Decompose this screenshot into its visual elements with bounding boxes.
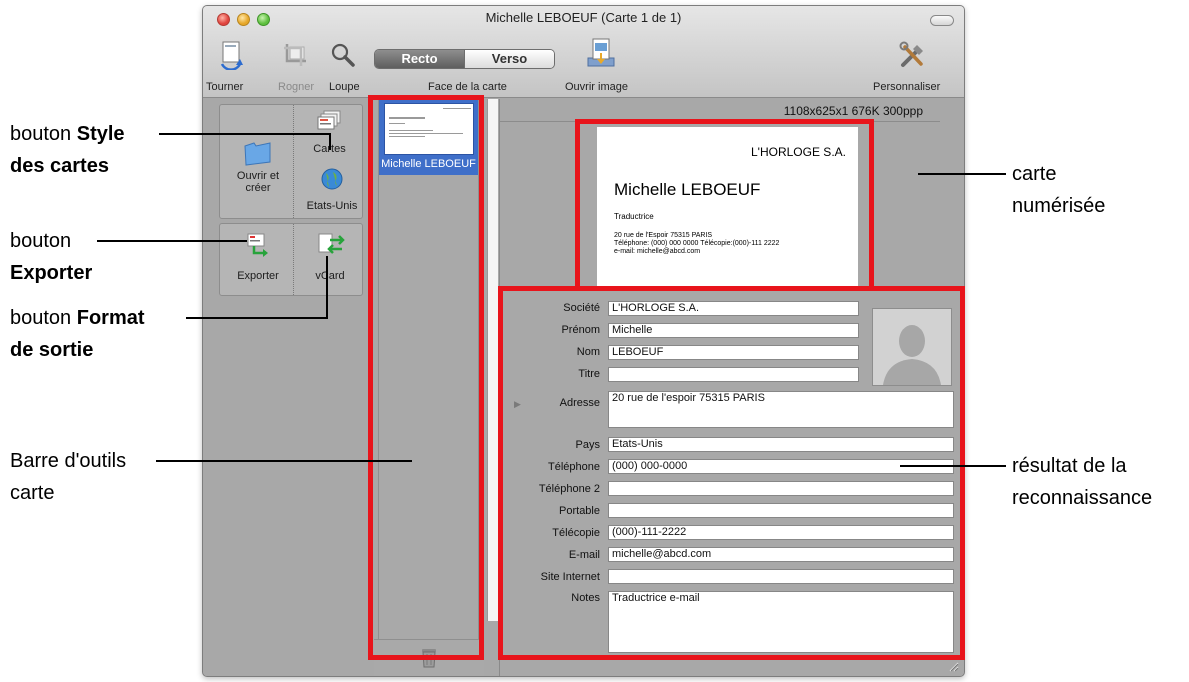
card-thumbnail <box>384 103 474 155</box>
firstname-label: Prénom <box>561 324 600 336</box>
scanned-name: Michelle LEBOEUF <box>614 180 761 199</box>
output-format-button[interactable]: vCard <box>300 232 360 287</box>
card-face-label: Face de la carte <box>428 81 507 93</box>
export-callout: bouton Exporter <box>10 230 93 284</box>
vcard-icon <box>318 233 345 254</box>
lastname-label: Nom <box>576 346 600 358</box>
open-image-icon <box>587 38 615 67</box>
country-field[interactable]: Etats-Unis <box>608 437 954 452</box>
window-title: Michelle LEBOEUF (Carte 1 de 1) <box>485 10 682 25</box>
magnifier-icon <box>331 43 355 67</box>
title-bar: Michelle LEBOEUF (Carte 1 de 1) Tourner … <box>203 6 964 98</box>
card-style-callout: bouton Style des cartes <box>10 123 125 177</box>
person-silhouette-icon <box>873 309 951 385</box>
open-image-button[interactable] <box>584 36 618 70</box>
card-face-segmented-control: Recto Verso <box>374 49 555 69</box>
scanned-card-image: L'HORLOGE S.A. Michelle LEBOEUF Traductr… <box>597 127 858 287</box>
resize-grip-icon[interactable] <box>947 660 959 672</box>
tool-group-bottom: Exporter vCard <box>219 223 363 296</box>
scanned-contact-lines: 20 rue de l'Espoir 75315 PARIS Téléphone… <box>614 232 779 256</box>
vcard-label: vCard <box>315 270 345 282</box>
rotate-icon <box>220 41 243 70</box>
card-detail-pane: 1108x625x1 676K 300ppp L'HORLOGE S.A. Mi… <box>499 99 964 676</box>
card-toolbar-panel: Ouvrir et créer Cartes Etats-U <box>203 99 370 676</box>
company-field[interactable]: L'HORLOGE S.A. <box>608 301 859 316</box>
open-image-label: Ouvrir image <box>565 81 628 93</box>
card-list-panel: Michelle LEBOEUF <box>374 99 484 676</box>
export-label: Exporter <box>237 270 279 282</box>
tools-icon <box>899 41 923 67</box>
card-list-item[interactable]: Michelle LEBOEUF <box>379 99 478 175</box>
crop-button[interactable] <box>281 42 311 68</box>
card-list: Michelle LEBOEUF <box>378 99 479 639</box>
scanned-address: 20 rue de l'Espoir 75315 PARIS <box>614 232 713 239</box>
phone2-field[interactable] <box>608 481 954 496</box>
verso-tab[interactable]: Verso <box>464 50 554 68</box>
output-format-callout: bouton Format de sortie <box>10 307 145 361</box>
rotate-button[interactable] <box>217 40 247 70</box>
crop-label: Rogner <box>278 81 315 93</box>
card-toolbar-callout: Barre d'outils carte <box>10 450 127 504</box>
contact-photo[interactable] <box>872 308 952 386</box>
address-field[interactable]: 20 rue de l'espoir 75315 PARIS <box>608 391 954 428</box>
address-label: Adresse <box>559 397 600 409</box>
globe-icon <box>321 168 343 190</box>
app-window: Michelle LEBOEUF (Carte 1 de 1) Tourner … <box>202 5 965 677</box>
notes-label: Notes <box>571 592 600 604</box>
cards-icon <box>317 110 341 130</box>
customize-button[interactable] <box>896 40 930 70</box>
email-label: E-mail <box>568 549 600 561</box>
website-label: Site Internet <box>540 571 600 583</box>
fax-field[interactable]: (000)-111-2222 <box>608 525 954 540</box>
loupe-label: Loupe <box>329 81 360 93</box>
website-field[interactable] <box>608 569 954 584</box>
country-field-label: Pays <box>575 439 600 451</box>
card-name: Michelle LEBOEUF <box>381 158 476 170</box>
scanned-email-line: e-mail: michelle@abcd.com <box>614 248 701 255</box>
firstname-field[interactable]: Michelle <box>608 323 859 338</box>
scanned-phone-line: Téléphone: (000) 000 0000 Télécopie:(000… <box>614 240 780 247</box>
card-list-scrollbar[interactable] <box>487 99 498 621</box>
open-create-button[interactable]: Ouvrir et créer <box>228 140 288 215</box>
trash-icon[interactable] <box>420 647 438 669</box>
crop-icon <box>284 44 306 66</box>
scanned-job: Traductrice <box>614 212 654 221</box>
scanned-company: L'HORLOGE S.A. <box>751 145 846 159</box>
fax-label: Télécopie <box>552 527 600 539</box>
image-info: 1108x625x1 676K 300ppp <box>783 104 923 118</box>
title-label: Titre <box>578 368 600 380</box>
recognition-result-callout: résultat de la reconnaissance <box>1012 455 1153 509</box>
rotate-label: Tourner <box>206 81 244 93</box>
email-field[interactable]: michelle@abcd.com <box>608 547 954 562</box>
title-field[interactable] <box>608 367 859 382</box>
notes-field[interactable]: Traductrice e-mail <box>608 591 954 653</box>
toolbar-toggle-button[interactable] <box>930 15 954 26</box>
open-create-label: Ouvrir et créer <box>236 170 280 194</box>
phone-label: Téléphone <box>548 461 600 473</box>
export-icon <box>247 233 268 257</box>
recto-tab[interactable]: Recto <box>375 50 464 68</box>
country-label: Etats-Unis <box>306 200 358 212</box>
scanned-card-callout: carte numérisée <box>1012 163 1106 217</box>
mobile-field[interactable] <box>608 503 954 518</box>
mobile-label: Portable <box>559 505 600 517</box>
tool-group-top: Ouvrir et créer Cartes Etats-U <box>219 104 363 219</box>
country-button[interactable]: Etats-Unis <box>302 167 362 215</box>
folder-icon <box>244 142 271 166</box>
phone2-label: Téléphone 2 <box>538 483 600 495</box>
loupe-button[interactable] <box>328 42 358 68</box>
lastname-field[interactable]: LEBOEUF <box>608 345 859 360</box>
company-label: Société <box>563 302 600 314</box>
card-list-footer <box>374 639 484 676</box>
customize-label: Personnaliser <box>873 81 941 93</box>
